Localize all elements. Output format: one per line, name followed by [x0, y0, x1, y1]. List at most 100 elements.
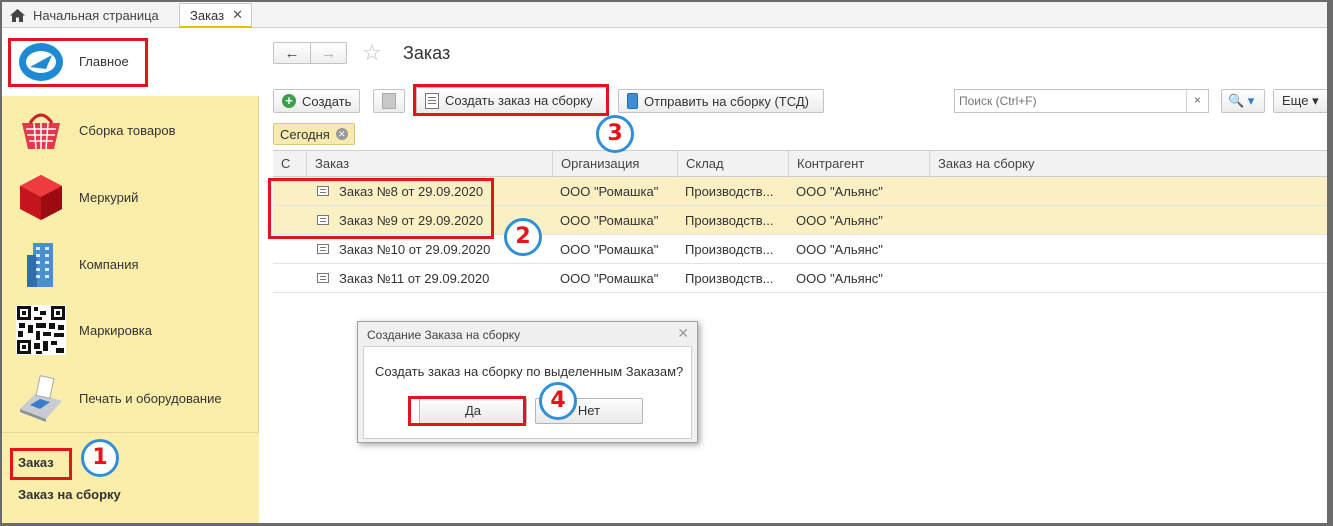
sidebar-link-assembly-order[interactable]: Заказ на сборку [18, 487, 121, 502]
table-row[interactable]: Заказ №10 от 29.09.2020 ООО "Ромашка" Пр… [273, 235, 1327, 264]
step-badge-4: 4 [539, 382, 577, 420]
dialog-message: Создать заказ на сборку по выделенным За… [375, 364, 684, 379]
sidebar-item-assembly[interactable]: Сборка товаров [2, 98, 259, 162]
document-icon [317, 215, 329, 225]
confirm-dialog: Создание Заказа на сборку ✕ Создать зака… [357, 321, 698, 443]
sidebar-item-company[interactable]: Компания [2, 232, 259, 296]
sidebar-item-main[interactable]: Главное [2, 28, 259, 96]
column-header-organization[interactable]: Организация [552, 151, 677, 177]
sidebar-links: Заказ Заказ на сборку [2, 432, 259, 523]
home-tab[interactable]: Начальная страница [10, 4, 159, 26]
cell-counterparty: ООО "Альянс" [796, 242, 883, 257]
send-to-tsd-button[interactable]: Отправить на сборку (ТСД) [618, 89, 824, 113]
more-button[interactable]: Еще ▾ [1273, 89, 1329, 113]
favorite-star-icon[interactable]: ☆ [362, 40, 382, 66]
sidebar-item-marking[interactable]: Маркировка [2, 298, 259, 362]
yes-button[interactable]: Да [419, 398, 527, 424]
dialog-body: Создать заказ на сборку по выделенным За… [363, 346, 692, 439]
qr-code-icon [16, 305, 66, 355]
step-badge-3: 3 [596, 115, 634, 153]
building-icon [16, 239, 66, 289]
create-button-label: Создать [302, 93, 352, 109]
history-nav: ← → [273, 42, 347, 64]
copy-icon [382, 93, 396, 109]
back-button[interactable]: ← [274, 43, 310, 63]
table-row[interactable]: Заказ №8 от 29.09.2020 ООО "Ромашка" Про… [273, 177, 1327, 206]
search-box: × [954, 89, 1209, 113]
plus-icon: + [282, 94, 296, 108]
column-header-assembly-order[interactable]: Заказ на сборку [929, 151, 1327, 177]
tab-order-label: Заказ [190, 7, 225, 23]
cell-assembly-order [929, 177, 937, 206]
column-header-order[interactable]: Заказ [306, 151, 552, 177]
sidebar-item-mercury[interactable]: Меркурий [2, 165, 259, 229]
top-tab-bar: Начальная страница Заказ ✕ [2, 2, 1327, 28]
page-title: Заказ [403, 43, 451, 63]
document-icon [317, 186, 329, 196]
cell-order: Заказ №8 от 29.09.2020 [339, 184, 484, 199]
filter-chip-label: Сегодня [280, 126, 330, 142]
search-button[interactable]: 🔍 ▾ [1221, 89, 1265, 113]
create-assembly-order-label: Создать заказ на сборку [445, 93, 593, 108]
table-header: С Заказ Организация Склад Контрагент Зак… [273, 150, 1327, 177]
sidebar-link-order[interactable]: Заказ [18, 455, 54, 470]
dialog-close-icon[interactable]: ✕ [677, 325, 689, 342]
more-button-label: Еще ▾ [1282, 93, 1319, 108]
cell-organization: ООО "Ромашка" [560, 213, 659, 228]
step-badge-1: 1 [81, 439, 119, 477]
column-header-status[interactable]: С [273, 151, 306, 177]
copy-button[interactable] [373, 89, 405, 113]
cell-organization: ООО "Ромашка" [560, 184, 659, 199]
phone-icon [627, 93, 638, 109]
remove-filter-icon[interactable]: ✕ [335, 128, 348, 140]
sidebar-item-label: Сборка товаров [79, 122, 176, 138]
cell-organization: ООО "Ромашка" [560, 242, 659, 257]
cell-warehouse: Производств... [685, 184, 774, 199]
column-header-warehouse[interactable]: Склад [677, 151, 788, 177]
tab-order[interactable]: Заказ ✕ [179, 3, 253, 28]
orders-table: С Заказ Организация Склад Контрагент Зак… [273, 150, 1327, 293]
search-input[interactable] [955, 90, 1185, 112]
dialog-title: Создание Заказа на сборку [367, 328, 521, 342]
cell-order: Заказ №11 от 29.09.2020 [339, 271, 490, 286]
create-button[interactable]: + Создать [273, 89, 361, 113]
search-icon: 🔍 ▾ [1228, 93, 1255, 108]
clear-search-icon[interactable]: × [1186, 90, 1208, 112]
cell-order: Заказ №9 от 29.09.2020 [339, 213, 484, 228]
cell-warehouse: Производств... [685, 242, 774, 257]
table-row[interactable]: Заказ №9 от 29.09.2020 ООО "Ромашка" Про… [273, 206, 1327, 235]
send-to-tsd-label: Отправить на сборку (ТСД) [644, 93, 809, 109]
sidebar-item-label: Меркурий [79, 189, 139, 205]
forward-button[interactable]: → [310, 43, 346, 63]
document-icon [317, 273, 329, 283]
create-assembly-order-button[interactable]: Создать заказ на сборку [416, 87, 608, 114]
cell-counterparty: ООО "Альянс" [796, 213, 883, 228]
column-header-counterparty[interactable]: Контрагент [788, 151, 929, 177]
close-tab-icon[interactable]: ✕ [232, 7, 243, 23]
sidebar-item-label: Печать и оборудование [79, 390, 222, 406]
table-row[interactable]: Заказ №11 от 29.09.2020 ООО "Ромашка" Пр… [273, 264, 1327, 293]
sidebar-item-label: Маркировка [79, 322, 152, 338]
document-icon [317, 244, 329, 254]
cell-counterparty: ООО "Альянс" [796, 184, 883, 199]
pos-terminal-icon [16, 373, 66, 423]
filter-chip-today[interactable]: Сегодня ✕ [273, 123, 355, 145]
cell-assembly-order [929, 206, 937, 235]
red-cube-icon [16, 172, 66, 222]
home-tab-label: Начальная страница [33, 7, 159, 23]
sidebar-item-label: Компания [79, 256, 139, 272]
sidebar-item-printing[interactable]: Печать и оборудование [2, 366, 259, 430]
document-icon [425, 92, 439, 109]
cell-warehouse: Производств... [685, 213, 774, 228]
sidebar-item-label: Главное [79, 54, 129, 69]
sidebar: Главное Сборка товаров Меркурий Компания… [2, 28, 259, 523]
main-logo-icon [16, 37, 66, 87]
step-badge-2: 2 [504, 218, 542, 256]
basket-icon [16, 105, 66, 155]
home-icon [10, 8, 25, 22]
cell-warehouse: Производств... [685, 271, 774, 286]
cell-counterparty: ООО "Альянс" [796, 271, 883, 286]
cell-assembly-order [929, 235, 937, 264]
main-content: ← → ☆ Заказ + Создать Создать заказ на с… [260, 28, 1329, 523]
cell-order: Заказ №10 от 29.09.2020 [339, 242, 491, 257]
